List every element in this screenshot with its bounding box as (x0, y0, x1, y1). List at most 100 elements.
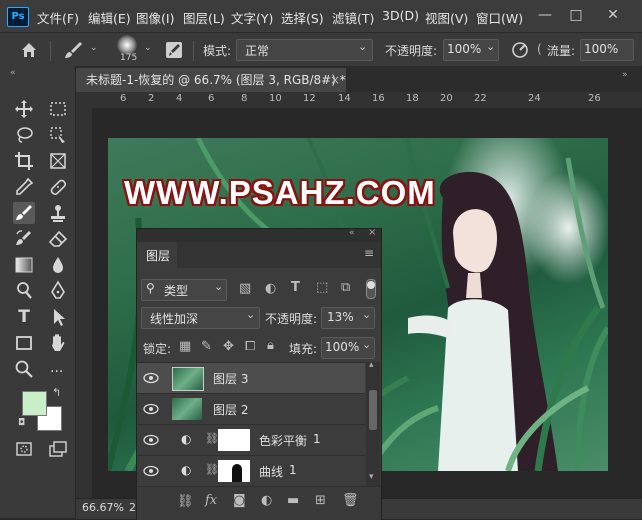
lock-artboard-icon[interactable]: ⧠ (245, 339, 255, 354)
arrow-pointer-icon (54, 309, 65, 326)
minimize-button[interactable]: — (532, 5, 558, 25)
fill-field[interactable]: 100% ⌄ (321, 337, 375, 359)
zoom-level[interactable]: 66.67% (82, 501, 124, 514)
panel-menu-icon[interactable]: ≡ (364, 246, 374, 260)
layers-scrollbar[interactable]: ▴ ▾ (366, 360, 380, 486)
link-icon[interactable]: ⛓ (205, 463, 219, 476)
path-selection-tool[interactable] (47, 306, 69, 328)
layer-row[interactable]: 图层 3 (137, 362, 365, 394)
layer-row[interactable]: ◐ ⛓ 色彩平衡 1 (137, 424, 365, 456)
eye-icon[interactable] (143, 464, 159, 478)
menu-view[interactable]: 视图(V) (425, 8, 468, 27)
move-tool[interactable] (13, 98, 35, 120)
quick-selection-tool[interactable] (47, 124, 69, 146)
flow-field[interactable]: 100% (580, 39, 634, 61)
healing-brush-tool[interactable] (47, 176, 69, 198)
link-icon[interactable]: ⛓ (205, 432, 219, 445)
menu-file[interactable]: 文件(F) (37, 8, 79, 27)
fill-value: 100% (325, 340, 360, 354)
chevron-down-icon[interactable]: ⌄ (144, 43, 152, 53)
maximize-button[interactable]: □ (563, 5, 589, 25)
eyedropper-tool[interactable] (13, 176, 35, 198)
scroll-down-icon[interactable]: ▾ (369, 472, 374, 482)
status-info[interactable]: 2 (129, 501, 136, 514)
brush-tip-preview[interactable] (117, 35, 137, 55)
marquee-tool[interactable] (47, 98, 69, 120)
menu-filter[interactable]: 滤镜(T) (332, 8, 374, 27)
blur-tool[interactable] (47, 254, 69, 276)
add-mask-icon[interactable]: ◙ (233, 493, 246, 508)
layer-opacity-field[interactable]: 13% ⌄ (321, 307, 375, 329)
eye-icon[interactable] (143, 371, 159, 385)
brush-settings-button[interactable] (163, 39, 185, 61)
filter-type-icon[interactable]: T (291, 280, 300, 295)
foreground-color-swatch[interactable] (22, 391, 47, 416)
close-window-button[interactable]: ✕ (600, 5, 626, 25)
more-tools-icon[interactable]: ··· (50, 364, 63, 380)
default-colors-icon[interactable]: ◘ (18, 418, 25, 428)
menu-type[interactable]: 文字(Y) (231, 8, 273, 27)
filter-pixel-icon[interactable]: ▧ (239, 281, 251, 296)
brush-tool[interactable] (13, 202, 35, 224)
lock-position-icon[interactable]: ✥ (223, 339, 234, 354)
layer-row[interactable]: 图层 2 (137, 393, 365, 425)
menu-window[interactable]: 窗口(W) (476, 8, 523, 27)
lock-all-icon[interactable]: 🔒︎ (267, 338, 274, 353)
close-document-button[interactable]: × (330, 68, 340, 92)
history-brush-tool[interactable] (13, 228, 35, 250)
lock-transparency-icon[interactable]: ▦ (179, 339, 191, 354)
quick-mask-button[interactable] (13, 438, 35, 460)
swap-colors-icon[interactable]: ↰ (52, 386, 61, 399)
filter-toggle[interactable] (366, 279, 376, 299)
new-group-icon[interactable]: ▬ (287, 493, 299, 508)
expand-panels-icon[interactable]: » (622, 70, 628, 80)
mode-dropdown[interactable]: 正常 ⌄ (236, 39, 373, 61)
document-tab[interactable]: 未标题-1-恢复的 @ 66.7% (图层 3, RGB/8#) * × (76, 68, 346, 92)
hand-tool[interactable] (47, 332, 69, 354)
pressure-opacity-button[interactable] (510, 40, 530, 60)
delete-layer-icon[interactable]: 🗑︎ (342, 493, 359, 508)
dodge-tool[interactable] (13, 280, 35, 302)
layer-style-icon[interactable]: fx (205, 493, 217, 508)
menu-layer[interactable]: 图层(L) (183, 8, 225, 27)
menu-3d[interactable]: 3D(D) (382, 8, 419, 23)
lasso-tool[interactable] (13, 124, 35, 146)
new-adjustment-icon[interactable]: ◐ (261, 493, 272, 508)
collapse-panel-icon[interactable]: « (10, 68, 16, 78)
menu-select[interactable]: 选择(S) (281, 8, 324, 27)
screen-mode-button[interactable] (47, 438, 69, 460)
layer-filter-dropdown[interactable]: ⚲ 类型 ⌄ (141, 279, 227, 301)
filter-smart-object-icon[interactable]: ⧉ (341, 280, 350, 295)
link-layers-icon[interactable]: ⛓ (177, 494, 194, 509)
blend-mode-dropdown[interactable]: 线性加深 ⌄ (141, 307, 260, 329)
scrollbar-thumb[interactable] (369, 390, 377, 430)
eye-icon[interactable] (143, 402, 159, 416)
crop-tool[interactable] (13, 150, 35, 172)
menu-image[interactable]: 图像(I) (136, 8, 174, 27)
opacity-field[interactable]: 100% ⌄ (443, 39, 499, 61)
rectangle-tool[interactable] (13, 332, 35, 354)
menu-edit[interactable]: 编辑(E) (88, 8, 131, 27)
collapse-panel-icon[interactable]: « (349, 228, 355, 238)
flow-value: 100% (584, 42, 619, 56)
filter-adjustment-icon[interactable]: ◐ (265, 281, 276, 296)
type-tool[interactable]: T (13, 306, 35, 328)
home-button[interactable] (18, 39, 40, 61)
chevron-down-icon[interactable]: ⌄ (90, 43, 98, 53)
close-panel-icon[interactable]: × (368, 227, 376, 238)
scroll-up-icon[interactable]: ▴ (369, 360, 374, 370)
eraser-tool[interactable] (47, 228, 69, 250)
new-layer-icon[interactable]: ⊞ (315, 493, 326, 508)
pen-tool[interactable] (47, 280, 69, 302)
clone-stamp-tool[interactable] (47, 202, 69, 224)
zoom-tool[interactable] (13, 358, 35, 380)
layer-row[interactable]: ◐ ⛓ 曲线 1 (137, 455, 365, 487)
lock-pixels-icon[interactable]: ✎ (201, 339, 212, 354)
frame-tool[interactable] (47, 150, 69, 172)
stamp-icon (51, 205, 65, 222)
gradient-tool[interactable] (13, 254, 35, 276)
brush-preset-button[interactable] (62, 39, 86, 61)
filter-shape-icon[interactable]: ⬚ (316, 280, 328, 295)
layers-tab[interactable]: 图层 (137, 242, 177, 268)
eye-icon[interactable] (143, 433, 159, 447)
